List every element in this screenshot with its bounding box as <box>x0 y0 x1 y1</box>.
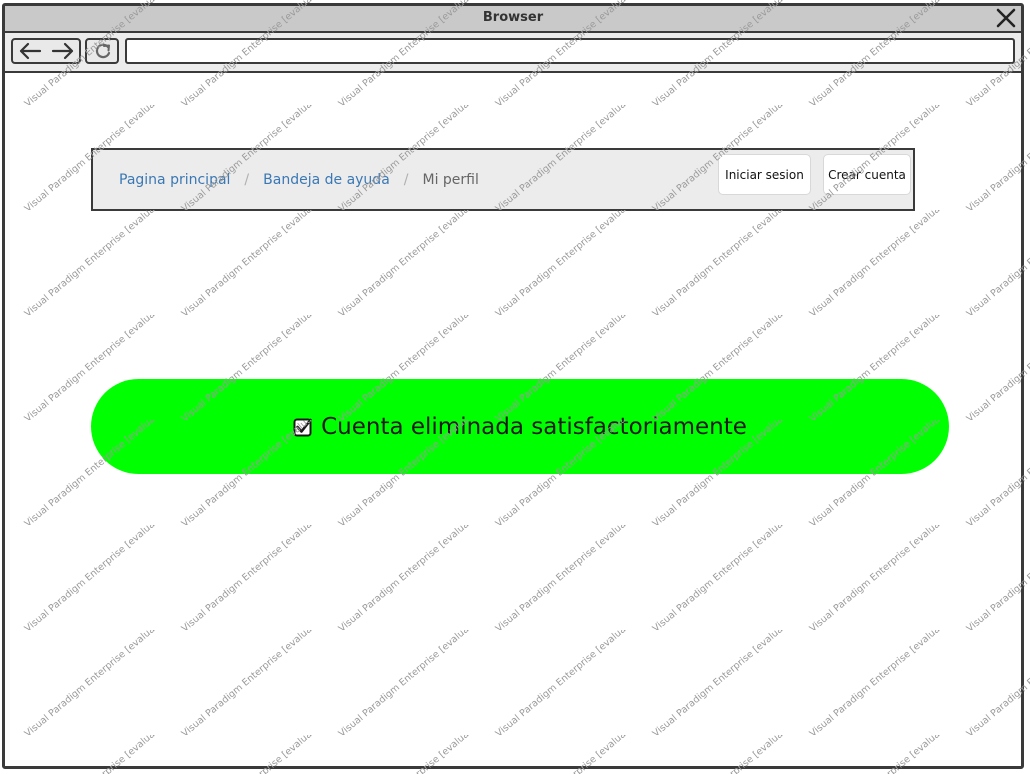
title-bar: Browser <box>5 6 1021 33</box>
success-alert: Cuenta eliminada satisfactoriamente <box>91 379 949 474</box>
forward-button[interactable] <box>46 40 79 62</box>
close-button[interactable] <box>995 7 1017 29</box>
arrow-right-icon <box>51 42 74 60</box>
reload-icon <box>95 43 111 59</box>
arrow-left-icon <box>19 42 42 60</box>
history-nav <box>11 38 81 64</box>
browser-toolbar <box>5 33 1021 73</box>
back-button[interactable] <box>13 40 46 62</box>
breadcrumb: Pagina principal / Bandeja de ayuda / Mi… <box>119 169 479 191</box>
window-title: Browser <box>482 10 544 25</box>
login-button[interactable]: Iniciar sesion <box>718 154 811 195</box>
address-bar[interactable] <box>125 38 1015 64</box>
site-navbar: Pagina principal / Bandeja de ayuda / Mi… <box>91 148 915 211</box>
breadcrumb-separator: / <box>403 172 409 188</box>
alert-message: Cuenta eliminada satisfactoriamente <box>321 413 747 440</box>
breadcrumb-home-link[interactable]: Pagina principal <box>119 172 230 188</box>
breadcrumb-help-inbox-link[interactable]: Bandeja de ayuda <box>263 172 390 188</box>
checkbox-checked-icon <box>293 418 312 436</box>
page-content: Pagina principal / Bandeja de ayuda / Mi… <box>5 73 1021 766</box>
reload-button[interactable] <box>85 38 119 64</box>
breadcrumb-current-profile: Mi perfil <box>422 172 479 188</box>
create-account-button[interactable]: Crear cuenta <box>823 154 911 195</box>
close-icon <box>996 8 1016 28</box>
browser-window: Browser Pagina principal / Bandeja de ay… <box>2 3 1024 769</box>
breadcrumb-separator: / <box>244 172 250 188</box>
